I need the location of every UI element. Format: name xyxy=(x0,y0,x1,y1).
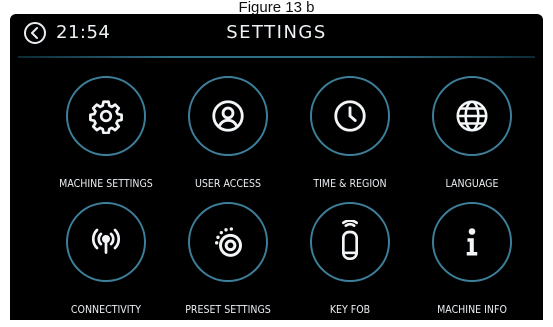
tile-language[interactable]: LANGUAGE xyxy=(412,76,532,201)
tile-label: USER ACCESS xyxy=(194,177,261,190)
globe-icon xyxy=(456,100,488,132)
tile-connectivity[interactable]: CONNECTIVITY xyxy=(46,202,166,327)
tile-circle xyxy=(188,202,268,282)
tile-label: MACHINE INFO xyxy=(437,303,507,316)
clock-icon xyxy=(334,100,366,132)
tile-key-fob[interactable]: KEY FOB xyxy=(290,202,410,327)
tile-label: PRESET SETTINGS xyxy=(185,303,271,316)
tile-circle xyxy=(432,76,512,156)
tile-circle xyxy=(66,202,146,282)
tile-label: MACHINE SETTINGS xyxy=(59,177,153,190)
tile-circle xyxy=(310,76,390,156)
gear-icon xyxy=(89,100,123,134)
tile-circle xyxy=(310,202,390,282)
wireless-signal-icon xyxy=(92,228,120,254)
tile-label: TIME & REGION xyxy=(313,177,387,190)
tile-machine-settings[interactable]: MACHINE SETTINGS xyxy=(46,76,166,201)
tile-user-access[interactable]: USER ACCESS xyxy=(168,76,288,201)
tile-time-region[interactable]: TIME & REGION xyxy=(290,76,410,201)
user-icon xyxy=(212,100,244,132)
tile-circle xyxy=(188,76,268,156)
tile-label: LANGUAGE xyxy=(445,177,499,190)
settings-screen: 21:54 SETTINGS MACHINE SETTINGS USER ACC… xyxy=(10,14,543,320)
tile-label: CONNECTIVITY xyxy=(70,303,142,316)
tile-preset-settings[interactable]: PRESET SETTINGS xyxy=(168,202,288,327)
info-icon xyxy=(466,228,478,256)
preset-dial-icon xyxy=(215,227,242,257)
key-fob-icon xyxy=(342,220,358,260)
tile-machine-info[interactable]: MACHINE INFO xyxy=(412,202,532,327)
header-bar: 21:54 SETTINGS xyxy=(10,14,543,58)
header-divider xyxy=(18,56,535,58)
tile-circle xyxy=(66,76,146,156)
tile-label: KEY FOB xyxy=(329,303,371,316)
tile-circle xyxy=(432,202,512,282)
page-title: SETTINGS xyxy=(226,22,327,43)
